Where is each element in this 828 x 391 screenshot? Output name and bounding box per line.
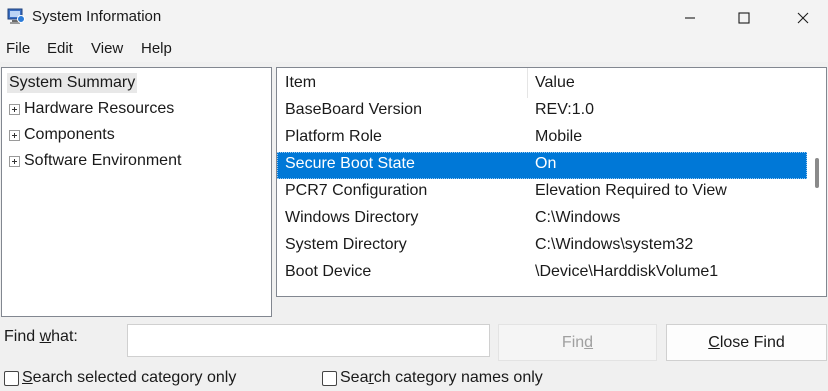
checkbox-box[interactable] (322, 370, 337, 386)
tree-item-system-summary[interactable]: System Summary (7, 73, 138, 93)
column-header-value[interactable]: Value (535, 74, 575, 92)
row-value: C:\Windows\system32 (535, 236, 694, 253)
list-header: Item Value (277, 68, 807, 98)
row-value: On (535, 155, 557, 172)
find-bar: Find what: Fin d Close Find Search select… (0, 318, 828, 391)
table-row[interactable]: Platform Role Mobile (277, 125, 807, 152)
close-window-button[interactable] (780, 0, 826, 36)
row-value: C:\Windows (535, 209, 621, 226)
close-icon (797, 12, 809, 24)
menu-help[interactable]: Help (141, 40, 172, 57)
table-row[interactable]: PCR7 Configuration Elevation Required to… (277, 179, 807, 206)
main-area: System Summary Hardware Resources Compon… (0, 62, 828, 318)
tree-item-label: Components (24, 126, 115, 143)
table-row[interactable]: System Directory C:\Windows\system32 (277, 233, 807, 260)
table-row[interactable]: Windows Directory C:\Windows (277, 206, 807, 233)
row-item: Windows Directory (285, 209, 419, 226)
tree-item-hardware-resources[interactable]: Hardware Resources (9, 99, 174, 119)
checkbox-label: Search selected category only (22, 369, 237, 386)
title-bar: System Information (0, 0, 828, 36)
vertical-scrollbar[interactable] (807, 68, 826, 296)
maximize-icon (738, 12, 750, 24)
find-what-label: Find what: (4, 328, 78, 345)
tree-item-label: Hardware Resources (24, 100, 175, 117)
menu-file[interactable]: File (6, 40, 30, 57)
menu-edit[interactable]: Edit (47, 40, 73, 57)
horizontal-scrollbar[interactable] (277, 294, 807, 296)
search-category-names-checkbox[interactable]: Search category names only (322, 368, 543, 388)
minimize-button[interactable] (667, 0, 713, 36)
row-value: REV:1.0 (535, 101, 594, 118)
row-item: Secure Boot State (285, 155, 415, 172)
row-item: Platform Role (285, 128, 382, 145)
expand-icon[interactable] (9, 129, 20, 141)
category-tree[interactable]: System Summary Hardware Resources Compon… (1, 67, 272, 317)
search-selected-category-checkbox[interactable]: Search selected category only (4, 368, 236, 388)
expand-icon[interactable] (9, 155, 20, 167)
find-button[interactable]: Fin d (498, 324, 657, 361)
row-item: PCR7 Configuration (285, 182, 428, 199)
window-title: System Information (32, 8, 162, 25)
table-row-selected[interactable]: Secure Boot State On (277, 152, 807, 179)
row-item: BaseBoard Version (285, 101, 422, 118)
tree-item-components[interactable]: Components (9, 125, 115, 145)
vertical-scroll-thumb[interactable] (815, 158, 819, 188)
row-item: System Directory (285, 236, 407, 253)
checkbox-label: Search category names only (340, 369, 543, 386)
column-divider[interactable] (527, 68, 528, 98)
system-information-icon (6, 6, 26, 26)
minimize-icon (684, 12, 696, 24)
tree-item-software-environment[interactable]: Software Environment (9, 151, 181, 171)
column-header-item[interactable]: Item (285, 74, 316, 92)
close-find-button[interactable]: Close Find (666, 324, 827, 361)
menu-bar: File Edit View Help (0, 36, 828, 62)
details-list[interactable]: Item Value BaseBoard Version REV:1.0 Pla… (276, 67, 827, 297)
expand-icon[interactable] (9, 103, 20, 115)
menu-view[interactable]: View (91, 40, 123, 57)
row-value: Mobile (535, 128, 583, 145)
row-value: Elevation Required to View (535, 182, 727, 199)
table-row[interactable]: Boot Device \Device\HarddiskVolume1 (277, 260, 807, 287)
table-row[interactable]: BaseBoard Version REV:1.0 (277, 98, 807, 125)
checkbox-box[interactable] (4, 370, 19, 386)
tree-item-label: Software Environment (24, 152, 182, 169)
find-input[interactable] (127, 324, 490, 357)
row-item: Boot Device (285, 263, 372, 280)
row-value: \Device\HarddiskVolume1 (535, 263, 719, 280)
maximize-button[interactable] (721, 0, 767, 36)
